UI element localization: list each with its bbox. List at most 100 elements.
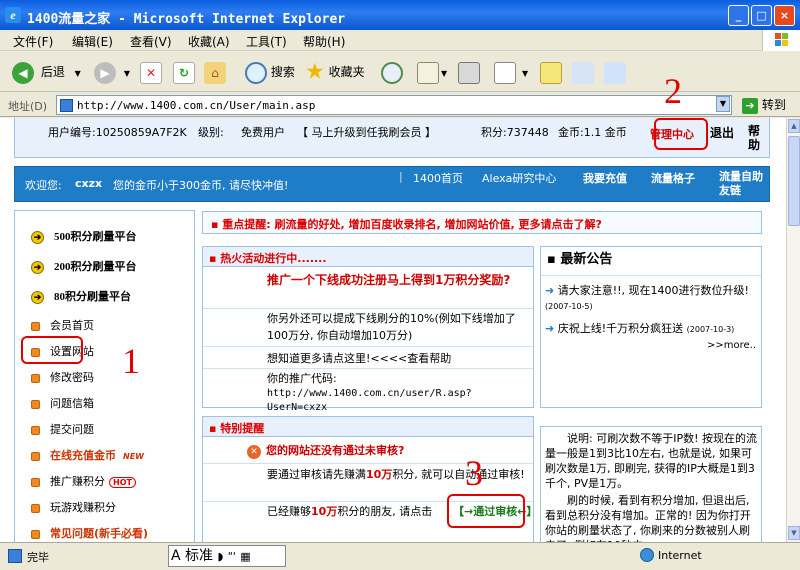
bulletin-item-1[interactable]: ➜ 请大家注意!!, 现在1400进行数位升级! (2007-10-5)	[545, 283, 757, 314]
print-button[interactable]	[458, 60, 480, 84]
explanation-p1: 说明: 可刷次数不等于IP数! 按现在的流量一般是1到3比10左右, 也就是说,…	[545, 432, 757, 490]
address-input[interactable]: http://www.1400.com.cn/User/main.asp	[56, 95, 732, 115]
mail-dropdown-icon[interactable]: ▼	[441, 69, 447, 78]
divider	[203, 368, 533, 369]
search-icon	[245, 61, 267, 84]
level-value: 免费用户	[241, 126, 285, 139]
hot-help-link[interactable]: 想知道更多请点这里!<<<<查看帮助	[267, 350, 531, 367]
error-icon: ✕	[247, 445, 261, 459]
upgrade-link[interactable]: 【 马上升级到任我刷会员 】	[297, 124, 436, 140]
maximize-button[interactable]: □	[751, 5, 772, 26]
sidebar-item-submit[interactable]: 提交问题	[31, 421, 94, 437]
mail-button[interactable]: ▼	[417, 60, 447, 84]
explanation-panel: 说明: 可刷次数不等于IP数! 按现在的流量一般是1到3比10左右, 也就是说,…	[540, 426, 762, 542]
sidebar-item-label: 会员首页	[50, 319, 94, 332]
discuss-button[interactable]	[540, 60, 562, 84]
search-label: 搜索	[270, 65, 295, 79]
sidebar-item-password[interactable]: 修改密码	[31, 369, 94, 385]
favorites-button[interactable]: ★ 收藏夹	[305, 60, 365, 84]
forward-dropdown-icon[interactable]: ▼	[124, 69, 130, 78]
home-button[interactable]: ⌂	[204, 60, 226, 84]
address-url[interactable]: http://www.1400.com.cn/User/main.asp	[77, 99, 315, 112]
address-dropdown-icon[interactable]: ▼	[716, 96, 730, 112]
platform-200-label: 200积分刷量平台	[54, 261, 137, 273]
vertical-scrollbar[interactable]: ▲ ▼	[786, 118, 800, 542]
review-alert-text: 您的网站还没有通过未审核?	[266, 444, 405, 457]
bullet-icon	[31, 451, 40, 461]
favorites-label: 收藏夹	[328, 65, 365, 79]
back-label: 后退	[40, 65, 65, 79]
menu-favorites[interactable]: 收藏(A)	[188, 33, 230, 50]
bulletin-item-date: (2007-10-5)	[545, 302, 593, 311]
refresh-icon: ↻	[173, 61, 195, 84]
link-home[interactable]: 1400首页	[413, 170, 463, 186]
messenger-button[interactable]	[572, 60, 594, 84]
menu-view[interactable]: 查看(V)	[130, 33, 172, 50]
points-value: 积分:737448	[481, 126, 549, 139]
edit-dropdown-icon[interactable]: ▼	[522, 69, 528, 78]
review-alert: ✕ 您的网站还没有通过未审核?	[247, 442, 404, 459]
edit-page-icon	[494, 61, 516, 84]
menu-help[interactable]: 帮助(H)	[303, 33, 345, 50]
sidebar-item-label: 在线充值金币	[50, 449, 116, 462]
new-badge: NEW	[123, 451, 144, 461]
divider	[203, 308, 533, 309]
menu-tools[interactable]: 工具(T)	[246, 33, 287, 50]
window-title: 1400流量之家 - Microsoft Internet Explorer	[27, 12, 346, 27]
menu-edit[interactable]: 编辑(E)	[72, 33, 113, 50]
hot-activity-panel: ▪ 热火活动进行中....... 推广一个下线成功注册马上得到1万积分奖励? 你…	[202, 246, 534, 413]
sidebar-item-promote[interactable]: 推广赚积分 HOT	[31, 473, 136, 489]
sidebar-item-faq[interactable]: 常见问题(新手必看)	[31, 525, 148, 541]
edit-button[interactable]: ▼	[494, 60, 528, 84]
home-icon: ⌂	[204, 61, 226, 84]
link-traffic-grid[interactable]: 流量格子	[651, 170, 695, 186]
scroll-thumb[interactable]	[788, 136, 800, 226]
back-dropdown-icon[interactable]: ▼	[75, 69, 81, 78]
scroll-up-icon[interactable]: ▲	[788, 119, 800, 133]
bullet-icon	[31, 477, 40, 487]
arrow-bullet-icon: ➔	[31, 290, 44, 304]
logout-link[interactable]: 退出	[710, 124, 734, 141]
help-link[interactable]: 帮助	[748, 124, 762, 152]
ime-mode: A 标准	[171, 548, 214, 564]
stop-button[interactable]: ✕	[140, 60, 162, 84]
bulletin-item-text: 请大家注意!!, 现在1400进行数位升级!	[557, 284, 749, 297]
ime-toolbar[interactable]: A 标准 ◗ "' ▦	[168, 545, 286, 567]
close-button[interactable]: ×	[774, 5, 795, 26]
back-button[interactable]: ◀ 后退 ▼	[12, 60, 81, 84]
divider	[541, 275, 761, 276]
menu-bar: 文件(F) 编辑(E) 查看(V) 收藏(A) 工具(T) 帮助(H)	[0, 30, 800, 51]
note-icon	[540, 61, 562, 84]
sidebar-item-games[interactable]: 玩游戏赚积分	[31, 499, 116, 515]
forward-button[interactable]: ▶ ▼	[94, 60, 130, 84]
minimize-button[interactable]: _	[728, 5, 749, 26]
req-text-a: 要通过审核请先赚满	[267, 468, 366, 481]
research-button[interactable]	[604, 60, 626, 84]
link-self-help[interactable]: 流量自助友链	[719, 170, 769, 198]
link-alexa[interactable]: Alexa研究中心	[482, 170, 556, 186]
refresh-button[interactable]: ↻	[173, 60, 195, 84]
platform-500[interactable]: ➔ 500积分刷量平台	[31, 228, 137, 244]
sidebar-item-label: 提交问题	[50, 423, 94, 436]
welcome-bar: 欢迎您: cxzx 您的金币小于300金币, 请尽快冲值! 1400首页 Ale…	[14, 166, 770, 202]
bullet-icon	[31, 529, 40, 539]
sidebar-item-home[interactable]: 会员首页	[31, 317, 94, 333]
hot-commission: 你另外还可以提成下线刷分的10%(例如下线增加了100万分, 你自动增加10万分…	[267, 312, 516, 342]
star-icon: ★	[305, 59, 325, 85]
search-button[interactable]: 搜索	[245, 60, 295, 84]
promo-code[interactable]: http://www.1400.com.cn/user/R.asp?UserN=…	[267, 387, 477, 415]
go-button[interactable]: ➔ 转到	[742, 96, 798, 114]
bulletin-item-2[interactable]: ➜ 庆祝上线!千万积分疯狂送 (2007-10-3)	[545, 321, 763, 337]
platform-200[interactable]: ➔ 200积分刷量平台	[31, 258, 137, 274]
bulletin-more-link[interactable]: >>more..	[707, 337, 756, 354]
ready-amount: 10万	[311, 505, 338, 518]
menu-file[interactable]: 文件(F)	[13, 33, 53, 50]
platform-80[interactable]: ➔ 80积分刷量平台	[31, 288, 131, 304]
notice-banner[interactable]: ▪ 重点提醒: 刷流量的好处, 增加百度收录排名, 增加网站价值, 更多请点击了…	[202, 211, 762, 234]
link-recharge[interactable]: 我要充值	[583, 170, 627, 186]
sidebar-item-mailbox[interactable]: 问题信箱	[31, 395, 94, 411]
scroll-down-icon[interactable]: ▼	[788, 526, 800, 540]
sidebar-item-recharge[interactable]: 在线充值金币 NEW	[31, 447, 147, 463]
history-button[interactable]	[381, 60, 403, 84]
page-icon	[60, 99, 73, 112]
